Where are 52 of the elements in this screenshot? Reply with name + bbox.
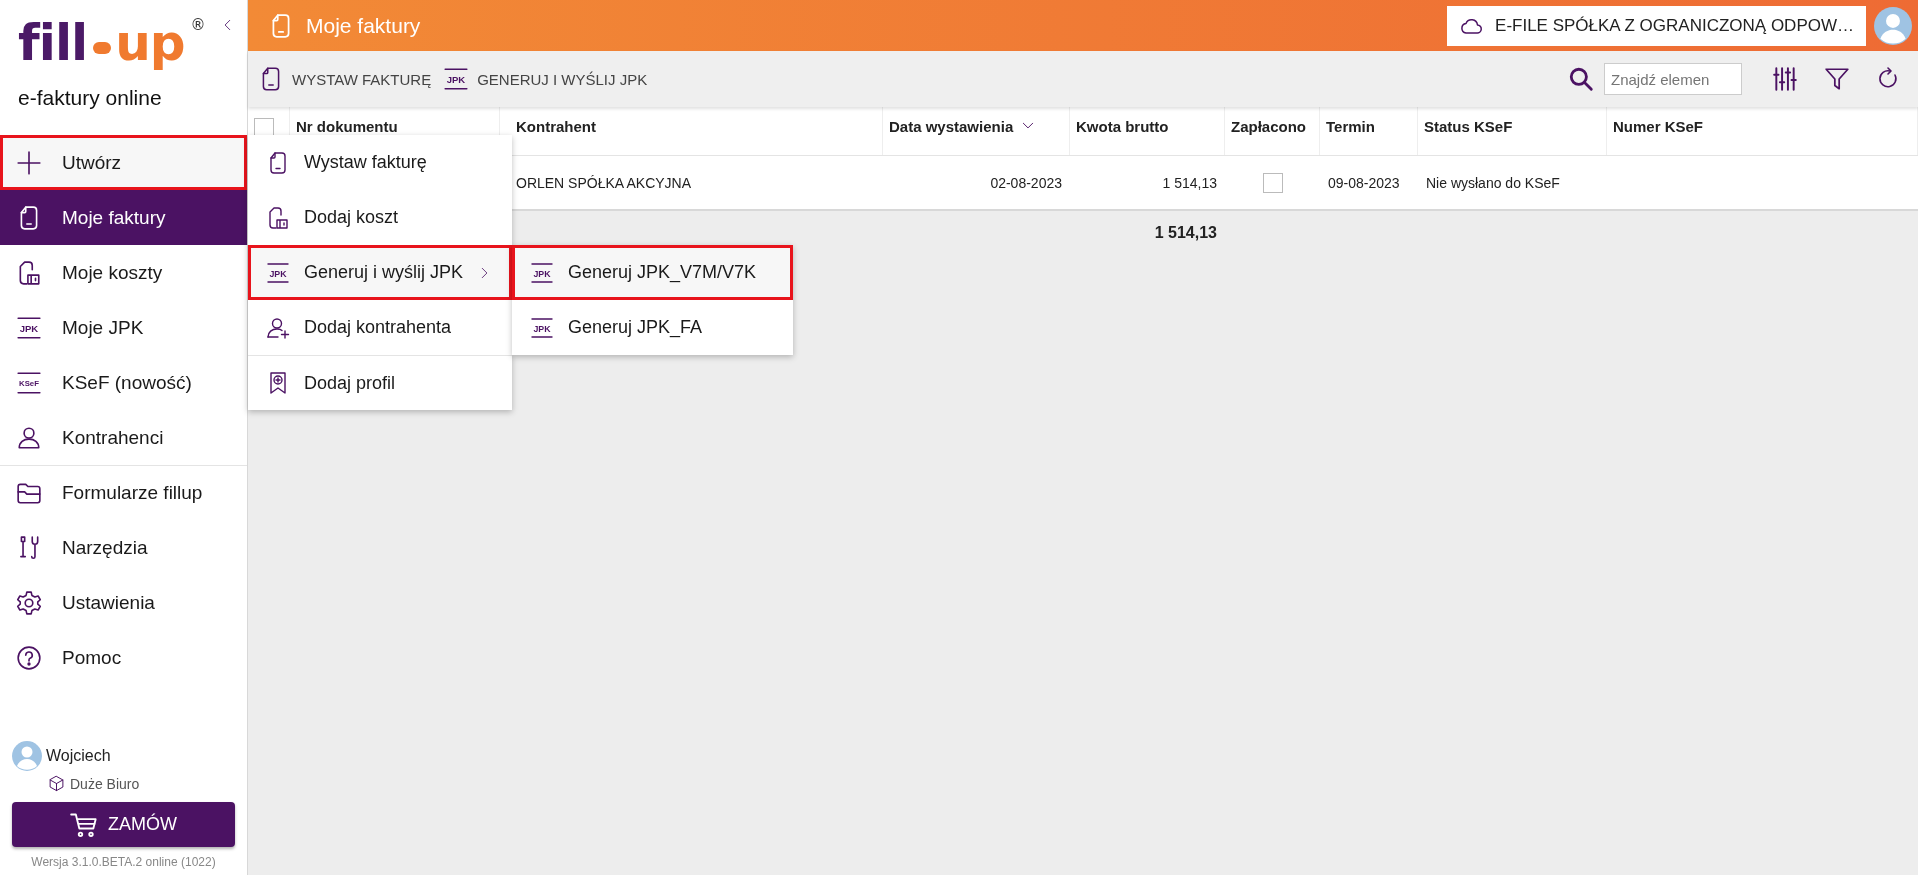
toolbar-button[interactable]: WYSTAW FAKTURĘ: [258, 66, 432, 92]
document-coins-icon: [266, 205, 290, 230]
logo: fill up$^{®}$: [18, 18, 205, 68]
plus-icon: [16, 149, 42, 176]
help-icon: [16, 644, 42, 671]
column-header[interactable]: Termin: [1320, 107, 1418, 155]
sliders-icon: [1772, 66, 1798, 92]
table-cell: Nie wysłano do KSeF: [1426, 174, 1560, 191]
menu-item[interactable]: JPK Generuj i wyślij JPK: [248, 245, 512, 300]
order-button[interactable]: ZAMÓW: [12, 802, 235, 847]
app-subtitle: e-faktury online: [18, 86, 163, 110]
menu-item[interactable]: Dodaj koszt: [248, 190, 512, 245]
nav-item[interactable]: Ustawienia: [0, 575, 247, 630]
nav-item[interactable]: Utwórz: [0, 135, 247, 190]
column-header[interactable]: Numer KSeF: [1607, 107, 1918, 155]
nav-item[interactable]: Kontrahenci: [0, 410, 247, 465]
nav-item[interactable]: Pomoc: [0, 630, 247, 685]
checkbox[interactable]: [1262, 172, 1283, 193]
table-cell: ORLEN SPÓŁKA AKCYJNA: [516, 174, 692, 191]
cube-icon: [48, 775, 65, 792]
menu-item[interactable]: JPK Generuj JPK_V7M/V7K: [512, 245, 793, 300]
page-title: Moje faktury: [306, 13, 421, 38]
refresh-icon: [1876, 67, 1900, 91]
table-cell: 1 514,13: [1162, 174, 1217, 191]
filter-icon: [1824, 66, 1850, 92]
nav-item[interactable]: Moje faktury: [0, 190, 247, 245]
total-amount: 1 514,13: [1154, 224, 1217, 242]
add-person-icon: [266, 315, 290, 340]
menu-item[interactable]: Dodaj kontrahenta: [248, 300, 512, 355]
user-name: Wojciech: [46, 747, 111, 765]
menu-item[interactable]: Dodaj profil: [248, 355, 512, 410]
avatar-icon: [12, 741, 42, 771]
settings-icon: [16, 589, 42, 616]
search-field[interactable]: Znajdź elemen: [1604, 63, 1742, 95]
avatar-icon[interactable]: [1874, 6, 1912, 45]
table-cell: 02-08-2023: [990, 174, 1062, 191]
column-header[interactable]: Data wystawienia: [883, 107, 1070, 155]
nav-item[interactable]: JPK Moje JPK: [0, 300, 247, 355]
column-header[interactable]: Status KSeF: [1418, 107, 1607, 155]
nav-item[interactable]: Narzędzia: [0, 520, 247, 575]
company-selector[interactable]: E-FILE SPÓŁKA Z OGRANICZONĄ ODPOW…: [1447, 5, 1866, 46]
checkbox[interactable]: [254, 118, 274, 138]
nav-item[interactable]: Moje koszty: [0, 245, 247, 300]
plan-name: Duże Biuro: [70, 775, 140, 792]
search-icon: [1568, 66, 1594, 92]
column-header[interactable]: Zapłacono: [1225, 107, 1320, 155]
column-header[interactable]: Kwota brutto: [1070, 107, 1225, 155]
nav-item[interactable]: Formularze fillup: [0, 465, 247, 520]
table-cell: 09-08-2023: [1328, 174, 1400, 191]
menu-item[interactable]: JPK Generuj JPK_FA: [512, 300, 793, 355]
version-text: Wersja 3.1.0.BETA.2 online (1022): [30, 855, 217, 869]
toolbar-button[interactable]: JPK GENERUJ I WYŚLIJ JPK: [443, 66, 648, 92]
